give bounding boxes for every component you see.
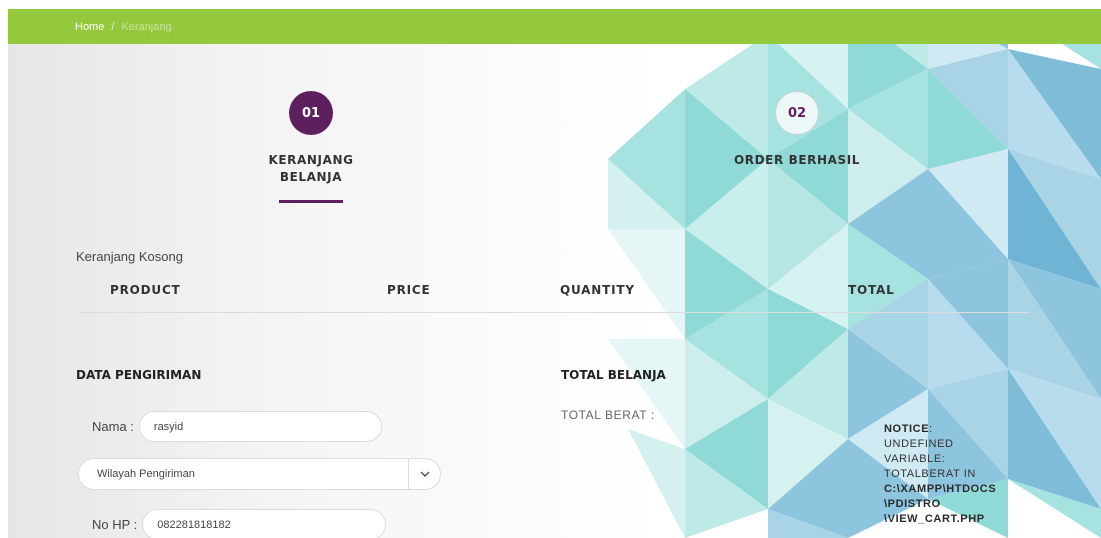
- step-label-line: KERANJANG: [268, 153, 354, 167]
- notice-message-line: VARIABLE:: [884, 453, 946, 465]
- notice-label: NOTICE: [884, 423, 930, 435]
- breadcrumb: Home / Keranjang: [8, 9, 1101, 44]
- table-divider: [78, 312, 1030, 313]
- phone-label: No HP :: [92, 517, 138, 532]
- step-order-success: 02 ORDER BERHASIL: [722, 91, 872, 169]
- notice-file-path: \PDISTRO: [884, 498, 941, 510]
- step-label: ORDER BERHASIL: [733, 153, 861, 167]
- page: Home / Keranjang 01 KERANJANG BELANJA 02…: [8, 9, 1101, 538]
- step-label: KERANJANG BELANJA: [256, 152, 366, 186]
- shipping-section-title: DATA PENGIRIMAN: [76, 368, 202, 382]
- column-header-product: PRODUCT: [110, 283, 181, 297]
- phone-row: No HP :: [92, 509, 387, 538]
- notice-file-path: \VIEW_CART.PHP: [884, 513, 985, 525]
- breadcrumb-separator: /: [111, 20, 115, 33]
- name-input[interactable]: [138, 411, 382, 442]
- name-row: Nama :: [92, 411, 382, 442]
- php-notice: NOTICE: UNDEFINED VARIABLE: TOTALBERAT I…: [884, 422, 1024, 527]
- breadcrumb-current: Keranjang: [121, 20, 172, 33]
- empty-cart-message: Keranjang Kosong: [76, 249, 183, 264]
- phone-input[interactable]: [142, 509, 387, 538]
- total-section-title: TOTAL BELANJA: [561, 368, 666, 382]
- chevron-down-icon[interactable]: [408, 459, 440, 489]
- notice-file-path: C:\XAMPP\HTDOCS: [884, 483, 997, 495]
- step-cart: 01 KERANJANG BELANJA: [256, 91, 366, 186]
- step-label-line: BELANJA: [279, 170, 343, 184]
- step-number-badge: 01: [289, 91, 333, 135]
- column-header-quantity: QUANTITY: [560, 283, 635, 297]
- column-header-total: TOTAL: [848, 283, 895, 297]
- step-number-badge: 02: [775, 91, 819, 135]
- shipping-region-select[interactable]: Wilayah Pengiriman: [78, 458, 441, 490]
- active-step-indicator: [279, 200, 343, 203]
- breadcrumb-home-link[interactable]: Home: [75, 21, 104, 33]
- notice-message-line: UNDEFINED: [884, 438, 954, 450]
- name-label: Nama :: [92, 419, 134, 434]
- shipping-region-value: Wilayah Pengiriman: [97, 468, 195, 480]
- total-weight-label: TOTAL BERAT :: [561, 408, 655, 422]
- column-header-price: PRICE: [387, 283, 431, 297]
- notice-message-line: TOTALBERAT IN: [884, 468, 976, 480]
